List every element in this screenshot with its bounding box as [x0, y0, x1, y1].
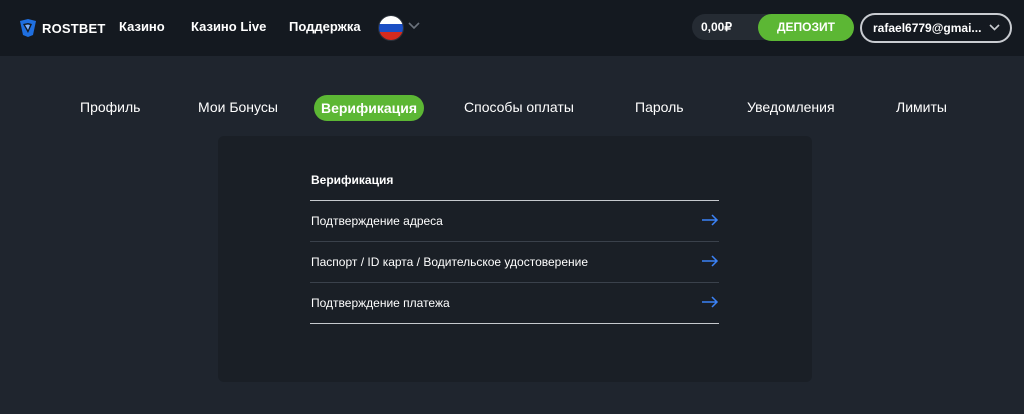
divider — [310, 323, 719, 324]
tab-limits[interactable]: Лимиты — [896, 99, 947, 115]
logo-text: ROSTBET — [42, 20, 106, 36]
verification-title: Верификация — [311, 173, 394, 187]
nav-casino[interactable]: Казино — [119, 19, 165, 34]
user-email: rafael6779@gmai... — [873, 21, 982, 35]
nav-casino-live[interactable]: Казино Live — [191, 19, 266, 34]
tab-verification[interactable]: Верификация — [314, 95, 424, 121]
list-item-label: Подтверждение платежа — [311, 296, 450, 310]
russia-flag-icon[interactable] — [378, 15, 404, 41]
list-item-label: Подтверждение адреса — [311, 214, 443, 228]
rostbet-logo[interactable]: ROSTBET — [18, 18, 106, 38]
arrow-right-icon — [702, 255, 719, 267]
user-menu-button[interactable]: rafael6779@gmai... — [860, 13, 1012, 43]
rostbet-logo-icon — [20, 19, 36, 37]
arrow-right-icon — [702, 214, 719, 226]
list-item-address-confirmation[interactable]: Подтверждение адреса — [310, 201, 719, 241]
tab-payment-methods[interactable]: Способы оплаты — [464, 99, 574, 115]
tab-profile[interactable]: Профиль — [80, 99, 140, 115]
balance-value: 0,00₽ — [701, 20, 732, 34]
verification-card: Верификация Подтверждение адреса Паспорт… — [218, 136, 812, 382]
deposit-button[interactable]: ДЕПОЗИТ — [758, 14, 854, 41]
top-header: ROSTBET Казино Казино Live Поддержка 0,0… — [0, 0, 1024, 56]
tab-my-bonuses[interactable]: Мои Бонусы — [198, 99, 278, 115]
chevron-down-icon — [989, 24, 1000, 31]
list-item-passport-id[interactable]: Паспорт / ID карта / Водительское удосто… — [310, 242, 719, 282]
arrow-right-icon — [702, 296, 719, 308]
chevron-down-icon[interactable] — [408, 22, 420, 30]
nav-support[interactable]: Поддержка — [289, 19, 361, 34]
tab-notifications[interactable]: Уведомления — [747, 99, 835, 115]
tab-password[interactable]: Пароль — [635, 99, 684, 115]
list-item-payment-confirmation[interactable]: Подтверждение платежа — [310, 283, 719, 323]
list-item-label: Паспорт / ID карта / Водительское удосто… — [311, 255, 589, 269]
